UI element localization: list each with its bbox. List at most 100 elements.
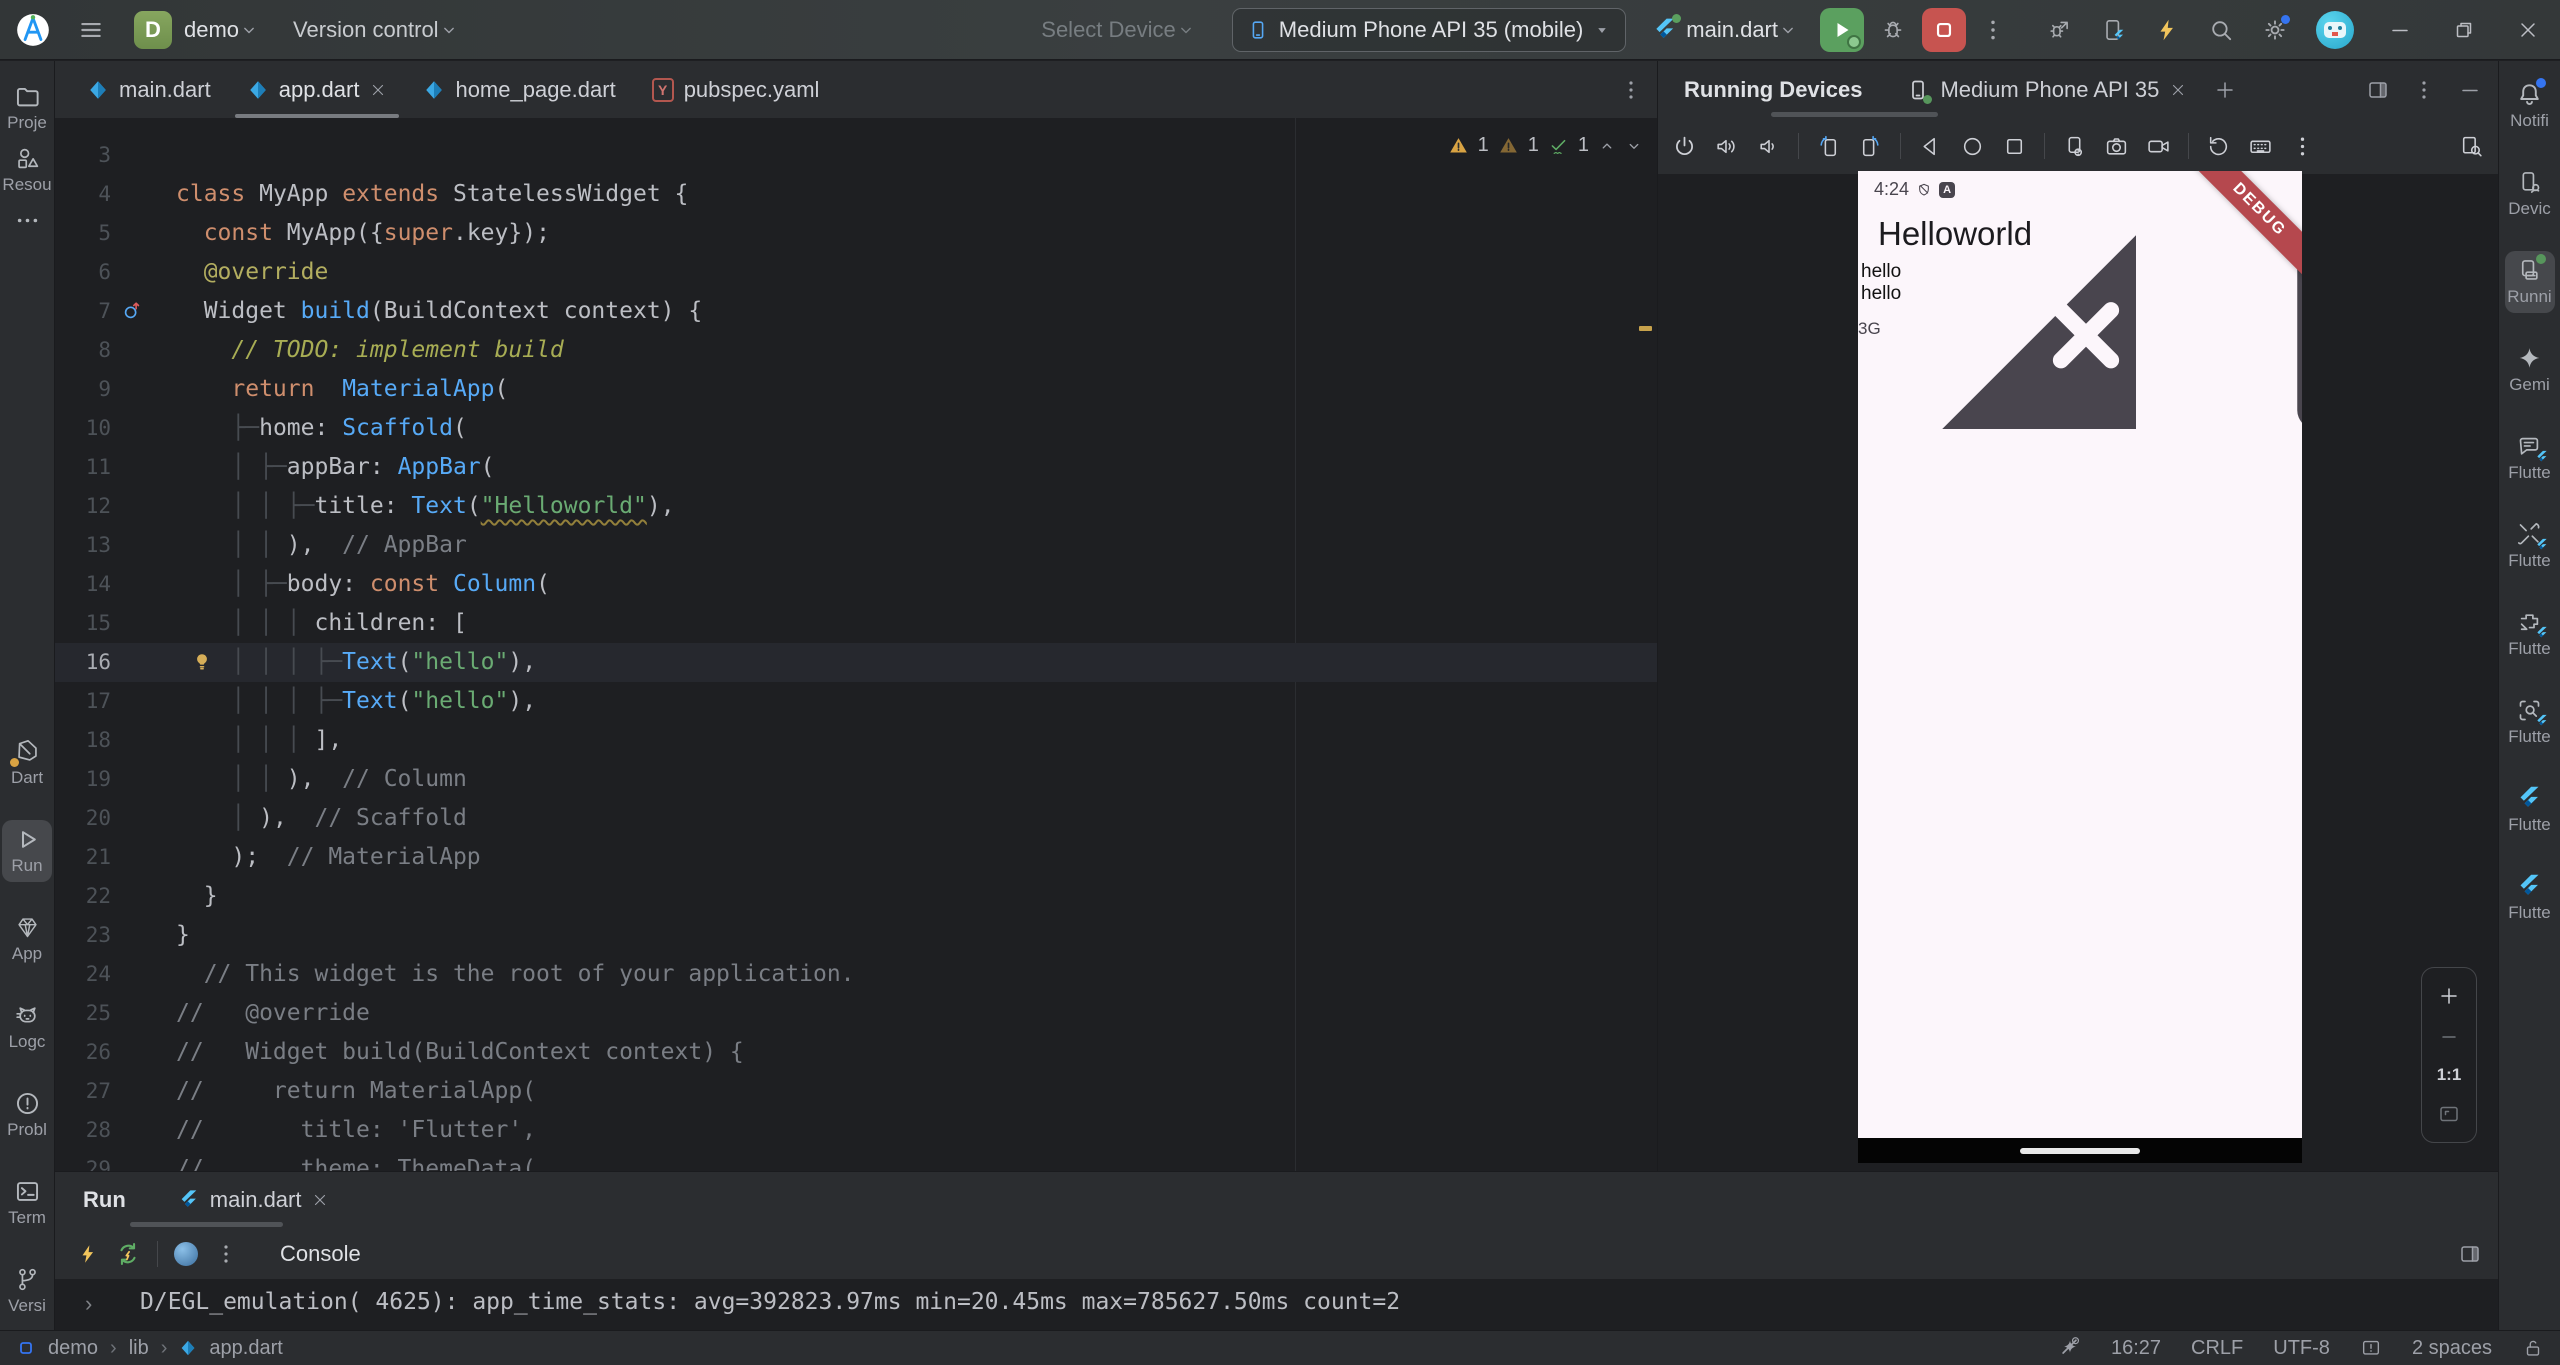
code-line-14[interactable]: 14 │ ├─body: const Column( <box>55 565 1657 604</box>
zoom-fit-button[interactable] <box>2437 1102 2461 1126</box>
hot-restart-icon[interactable] <box>115 1241 141 1267</box>
code-line-22[interactable]: 22 } <box>55 877 1657 916</box>
code-line-19[interactable]: 19 │ │ ), // Column <box>55 760 1657 799</box>
code-line-10[interactable]: 10 ├─home: Scaffold( <box>55 409 1657 448</box>
add-device-tab-button[interactable] <box>2213 78 2237 102</box>
code-line-4[interactable]: 4class MyApp extends StatelessWidget { <box>55 175 1657 214</box>
code-line-7[interactable]: 7 Widget build(BuildContext context) { <box>55 292 1657 331</box>
code-line-26[interactable]: 26// Widget build(BuildContext context) … <box>55 1033 1657 1072</box>
scrollbar-warning-mark[interactable] <box>1639 326 1652 331</box>
close-icon[interactable] <box>311 1191 329 1209</box>
video-icon[interactable] <box>2146 134 2171 159</box>
stripe-item-gemi[interactable]: Gemi <box>2505 339 2555 401</box>
stripe-item-devic[interactable]: Devic <box>2505 163 2555 225</box>
rot-right-icon[interactable] <box>1858 134 1883 159</box>
rot-left-icon[interactable] <box>1816 134 1841 159</box>
stripe-item-flutte[interactable]: Flutte <box>2505 779 2555 841</box>
stripe-item-logc[interactable]: Logc <box>2 996 52 1058</box>
keyboard-icon[interactable] <box>2248 134 2273 159</box>
search-icon[interactable] <box>2208 17 2234 43</box>
run-tab[interactable]: main.dart <box>178 1187 330 1213</box>
stripe-item-notifi[interactable]: Notifi <box>2505 75 2555 137</box>
tab-main.dart[interactable]: main.dart <box>69 61 229 118</box>
code-line-24[interactable]: 24 // This widget is the root of your ap… <box>55 955 1657 994</box>
inspections-widget[interactable]: 1 1 1 <box>1448 134 1643 157</box>
overview-square-icon[interactable] <box>2002 134 2027 159</box>
line-separator[interactable]: CRLF <box>2191 1337 2243 1360</box>
avatar[interactable] <box>2316 11 2354 49</box>
code-line-6[interactable]: 6 @override <box>55 253 1657 292</box>
code-line-29[interactable]: 29// theme: ThemeData( <box>55 1150 1657 1171</box>
unlocked-icon[interactable] <box>2522 1337 2544 1359</box>
code-line-18[interactable]: 18 │ │ │ ], <box>55 721 1657 760</box>
power-icon[interactable] <box>1672 134 1697 159</box>
zoom-out-button[interactable] <box>2437 1025 2461 1049</box>
stripe-item-versi[interactable]: Versi <box>2 1260 52 1322</box>
stripe-item-flutte[interactable]: Flutte <box>2505 603 2555 665</box>
window-maximize-button[interactable] <box>2452 18 2476 42</box>
code-line-11[interactable]: 11 │ ├─appBar: AppBar( <box>55 448 1657 487</box>
stripe-item-flutte[interactable]: Flutte <box>2505 867 2555 929</box>
project-widget-icon[interactable] <box>16 1338 36 1358</box>
inspection-highlight-icon[interactable] <box>2360 1337 2382 1359</box>
app-icon[interactable] <box>174 1242 198 1266</box>
window-close-button[interactable] <box>2516 18 2540 42</box>
stripe-item-app[interactable]: App <box>2 908 52 970</box>
stripe-item-term[interactable]: Term <box>2 1172 52 1234</box>
vol-up-icon[interactable] <box>1714 134 1739 159</box>
code-line-25[interactable]: 25// @override <box>55 994 1657 1033</box>
breadcrumb-demo[interactable]: demo <box>48 1337 98 1360</box>
run-button[interactable] <box>1820 8 1864 52</box>
settings-gear-icon[interactable] <box>2262 17 2288 43</box>
kebab-icon[interactable] <box>2290 134 2315 159</box>
camera-icon[interactable] <box>2104 134 2129 159</box>
breadcrumb-lib[interactable]: lib <box>129 1337 149 1360</box>
hot-reload-bolt-icon[interactable] <box>2154 17 2180 43</box>
chevron-down-icon[interactable] <box>1176 20 1196 40</box>
breadcrumb-app.dart[interactable]: app.dart <box>209 1337 282 1360</box>
stop-button[interactable] <box>1922 8 1966 52</box>
project-badge[interactable]: D <box>134 11 172 49</box>
file-encoding[interactable]: UTF-8 <box>2273 1337 2330 1360</box>
stripe-item-flutte[interactable]: Flutte <box>2505 691 2555 753</box>
run-configuration[interactable]: main.dart <box>1686 17 1778 43</box>
window-minimize-button[interactable] <box>2388 18 2412 42</box>
code-line-23[interactable]: 23} <box>55 916 1657 955</box>
code-line-16[interactable]: 16 │ │ │ ├─Text("hello"), <box>55 643 1657 682</box>
code-line-28[interactable]: 28// title: 'Flutter', <box>55 1111 1657 1150</box>
screenshot-search-icon[interactable] <box>2459 134 2484 159</box>
chevron-down-icon[interactable] <box>1778 20 1798 40</box>
back-icon[interactable] <box>1918 134 1943 159</box>
device-selector-dropdown[interactable]: Medium Phone API 35 (mobile) <box>1232 8 1627 52</box>
stripe-item-resou[interactable]: Resou <box>2 139 52 201</box>
attach-debugger-icon[interactable] <box>2046 17 2072 43</box>
emulator-nav-bar[interactable] <box>1858 1138 2302 1163</box>
code-line-8[interactable]: 8 // TODO: implement build <box>55 331 1657 370</box>
emulator-screen[interactable]: 4:24 A 3G DEBUG Helloworld hellohello <box>1858 171 2302 1138</box>
code-line-21[interactable]: 21 ); // MaterialApp <box>55 838 1657 877</box>
console-output[interactable]: › D/EGL_emulation( 4625): app_time_stats… <box>55 1279 2498 1331</box>
select-device-label[interactable]: Select Device <box>1041 17 1176 43</box>
device-settings-icon[interactable] <box>2062 134 2087 159</box>
code-line-3[interactable]: 3 <box>55 136 1657 175</box>
panel-layout-icon[interactable] <box>2366 78 2390 102</box>
hide-panel-icon[interactable] <box>2458 78 2482 102</box>
stripe-item-flutte[interactable]: Flutte <box>2505 515 2555 577</box>
code-line-5[interactable]: 5 const MyApp({super.key}); <box>55 214 1657 253</box>
code-line-17[interactable]: 17 │ │ │ ├─Text("hello"), <box>55 682 1657 721</box>
stripe-item-flutte[interactable]: Flutte <box>2505 427 2555 489</box>
tab-home_page.dart[interactable]: home_page.dart <box>405 61 633 118</box>
panel-options-kebab-icon[interactable] <box>2412 78 2436 102</box>
project-name[interactable]: demo <box>184 17 239 43</box>
device-flutter-icon[interactable] <box>2100 17 2126 43</box>
debug-button[interactable] <box>1880 17 1906 43</box>
stripe-item-dart[interactable]: Dart <box>2 732 52 794</box>
zoom-in-button[interactable] <box>2437 984 2461 1008</box>
home-circle-icon[interactable] <box>1960 134 1985 159</box>
tab-pubspec.yaml[interactable]: Ypubspec.yaml <box>634 61 838 118</box>
code-line-9[interactable]: 9 return MaterialApp( <box>55 370 1657 409</box>
panel-layout-icon[interactable] <box>2458 1242 2482 1266</box>
ai-assistant-off-icon[interactable] <box>2059 1337 2081 1359</box>
stripe-item-run[interactable]: Run <box>2 820 52 882</box>
console-options-kebab-icon[interactable] <box>214 1242 238 1266</box>
